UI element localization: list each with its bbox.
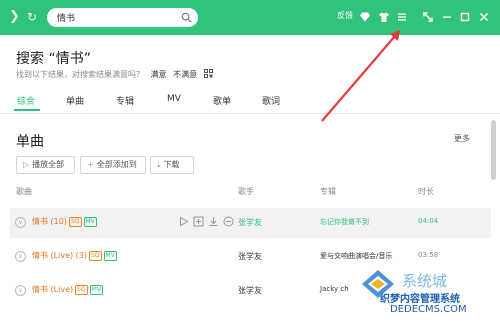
add-all-label: 全部添加到 (96, 160, 137, 169)
close-icon[interactable] (478, 11, 490, 23)
tab-songs[interactable]: 单曲 (66, 94, 84, 107)
diamond-icon[interactable] (359, 11, 371, 23)
column-header-duration[interactable]: 时长 (418, 186, 434, 197)
plus-icon: + (87, 160, 94, 169)
more-link[interactable]: 更多 (454, 133, 470, 144)
add-all-button[interactable]: + 全部添加到 (80, 156, 146, 174)
add-icon[interactable] (193, 216, 204, 227)
row-select-circle[interactable]: ∨ (15, 217, 26, 228)
song-title[interactable]: 情书 (10) SQ MV (32, 216, 97, 227)
download-icon[interactable] (208, 216, 219, 227)
row-select-circle[interactable]: ∨ (15, 285, 26, 296)
artist-name[interactable]: 张学友 (238, 217, 262, 228)
top-bar: ❯ ↻ 情书 反馈 (0, 0, 500, 35)
page-title: 搜索 “情书” (16, 51, 91, 67)
watermark-brand: 系统城 (402, 272, 448, 290)
active-tab-indicator (14, 109, 40, 111)
feedback-link[interactable]: 反馈 (337, 10, 353, 21)
unsatisfied-link[interactable]: 不满意 (173, 70, 197, 79)
watermark-line1: 织梦内容管理系统 (380, 294, 460, 305)
column-header-album[interactable]: 专辑 (320, 186, 336, 197)
tab-overview[interactable]: 综合 (17, 94, 35, 107)
mv-badge[interactable]: MV (103, 251, 117, 261)
download-button[interactable]: ⤓ 下载 (150, 156, 194, 174)
sq-badge: SQ (89, 251, 102, 261)
hint-text: 找到以下结果，对搜索结果满意吗？ (16, 70, 144, 79)
qrcode-icon[interactable] (203, 69, 213, 78)
watermark-line2: DEDECMS.COM (390, 304, 467, 315)
search-icon[interactable] (181, 12, 192, 23)
song-title-text: 情书 (Live) (32, 285, 74, 294)
satisfaction-hint: 找到以下结果，对搜索结果满意吗？ 满意 不满意 (16, 69, 213, 80)
column-header-song[interactable]: 歌曲 (16, 186, 32, 197)
mv-badge[interactable]: MV (89, 285, 103, 295)
download-label: 下载 (163, 160, 180, 169)
tab-playlists[interactable]: 歌单 (213, 94, 231, 107)
song-title-text: 情书 (10) (32, 217, 67, 226)
mv-badge[interactable]: MV (83, 217, 97, 227)
play-all-label: 播放全部 (32, 160, 65, 169)
maximize-icon[interactable] (459, 11, 471, 23)
table-row[interactable]: ∨ 情书 (10) SQ MV 张学友 忘记你我做不到 04:04 (10, 208, 491, 238)
search-input[interactable]: 情书 (57, 11, 75, 24)
table-row[interactable]: ∨ 情书 (Live) (3) SQ MV 张学友 爱与交响曲演唱会/音乐 03:5… (10, 242, 491, 272)
satisfied-link[interactable]: 满意 (151, 70, 167, 79)
album-name[interactable]: 忘记你我做不到 (320, 217, 369, 227)
tab-mv[interactable]: MV (167, 94, 181, 104)
tab-albums[interactable]: 专辑 (116, 94, 134, 107)
play-icon[interactable] (178, 216, 189, 227)
minimize-icon[interactable] (441, 11, 453, 23)
back-arrow-icon[interactable]: ❯ (9, 9, 20, 25)
play-all-button[interactable]: ▷ 播放全部 (16, 156, 75, 174)
row-actions (178, 216, 235, 227)
search-box[interactable]: 情书 (47, 8, 198, 27)
result-tabs: 综合 单曲 专辑 MV 歌单 歌词 (0, 90, 500, 112)
duration: 03:58 (418, 251, 439, 259)
skin-shirt-icon[interactable] (378, 11, 390, 23)
sq-badge: SQ (75, 285, 88, 295)
tab-lyrics[interactable]: 歌词 (262, 94, 280, 107)
mini-mode-icon[interactable] (422, 11, 434, 23)
sq-badge: SQ (68, 217, 82, 227)
artist-name[interactable]: 张学友 (238, 285, 262, 296)
album-name[interactable]: 爱与交响曲演唱会/音乐 (320, 251, 392, 261)
artist-name[interactable]: 张学友 (238, 251, 262, 262)
play-icon: ▷ (23, 160, 30, 169)
song-title-text: 情书 (Live) (3) (32, 251, 87, 260)
song-title[interactable]: 情书 (Live) (3) SQ MV (32, 250, 117, 261)
section-title: 单曲 (16, 134, 44, 150)
menu-icon[interactable] (396, 11, 408, 23)
divider (0, 113, 500, 114)
more-options-icon[interactable] (223, 216, 234, 227)
scrollbar-thumb[interactable] (491, 120, 496, 180)
song-title[interactable]: 情书 (Live) SQ MV (32, 284, 103, 295)
album-name[interactable]: Jacky ch (320, 285, 349, 293)
refresh-icon[interactable]: ↻ (27, 9, 37, 25)
column-header-artist[interactable]: 歌手 (238, 186, 254, 197)
row-select-circle[interactable]: ∨ (15, 251, 26, 262)
download-icon: ⤓ (157, 160, 161, 169)
duration: 04:04 (418, 217, 439, 225)
